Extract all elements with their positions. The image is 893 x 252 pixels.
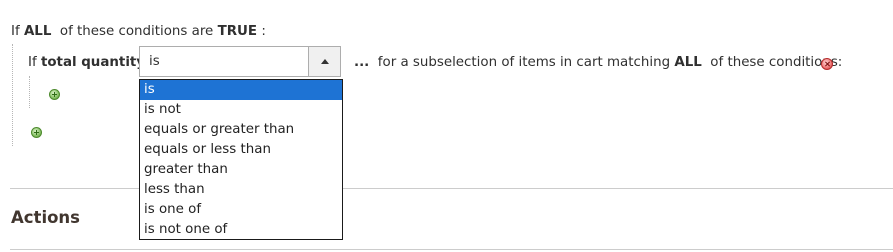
dropdown-option[interactable]: equals or less than	[140, 140, 342, 160]
section-divider	[10, 249, 893, 250]
operator-select[interactable]: is	[139, 46, 341, 77]
dropdown-option[interactable]: is not one of	[140, 220, 342, 240]
add-condition-icon[interactable]	[49, 89, 60, 100]
dropdown-option[interactable]: is not	[140, 100, 342, 120]
subselection-aggregator[interactable]: ALL	[674, 55, 701, 70]
remove-condition-icon[interactable]	[821, 58, 833, 70]
operator-select-value: is	[149, 54, 160, 69]
subselection-text: for a subselection of items in cart matc…	[377, 55, 671, 70]
dropdown-option[interactable]: equals or greater than	[140, 120, 342, 140]
dropdown-option[interactable]: less than	[140, 180, 342, 200]
conditions-aggregator[interactable]: ALL	[24, 24, 51, 39]
actions-section-title[interactable]: Actions	[11, 208, 80, 227]
subselection-ellipsis[interactable]: ...	[354, 55, 369, 70]
subselection-description: ... for a subselection of items in cart …	[354, 55, 842, 70]
subselection-prefix: If	[28, 55, 37, 70]
dropdown-option[interactable]: greater than	[140, 160, 342, 180]
tree-guide-inner	[29, 76, 30, 108]
dropdown-option[interactable]: is one of	[140, 200, 342, 220]
subselection-condition: If total quantity	[28, 55, 145, 70]
chevron-up-icon[interactable]	[308, 47, 340, 76]
tree-guide-outer	[12, 44, 13, 146]
subselection-attribute: total quantity	[40, 55, 146, 70]
conditions-value[interactable]: TRUE	[218, 24, 257, 39]
conditions-middle: of these conditions are	[59, 24, 214, 39]
add-condition-icon[interactable]	[31, 127, 42, 138]
dropdown-option[interactable]: is	[140, 80, 342, 100]
conditions-suffix: :	[261, 24, 266, 39]
conditions-header: If ALL of these conditions are TRUE :	[11, 24, 266, 39]
conditions-prefix: If	[11, 24, 20, 39]
operator-dropdown-list[interactable]: is is not equals or greater than equals …	[139, 79, 343, 240]
